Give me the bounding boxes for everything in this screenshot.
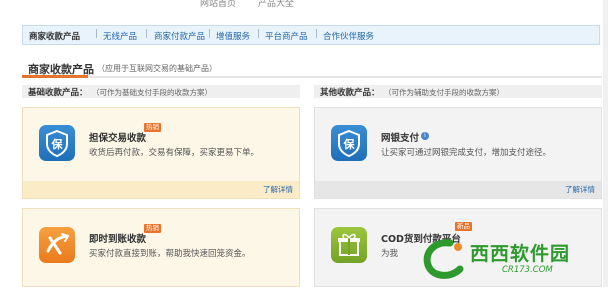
- hot-badge: 热销: [144, 123, 161, 132]
- section-divider: [22, 76, 602, 78]
- lightning-arrow-icon: [39, 227, 75, 263]
- watermark-url: CR173.COM: [502, 265, 553, 275]
- category-desc-other: （可作为辅助支付手段的收款方案）: [384, 88, 504, 97]
- section-subtitle: （应用于互联网交易的基础产品）: [97, 64, 217, 73]
- watermark-logo-icon: [423, 239, 464, 279]
- nav-item-value-added[interactable]: 增值服务: [216, 30, 250, 42]
- shield-icon: 保: [331, 125, 367, 161]
- category-desc-basic: （可作为基础支付手段的收款方案）: [92, 88, 212, 97]
- card-escrow-desc: 收货后再付款，交易有保障，买家更易下单。: [89, 148, 260, 158]
- section-divider-accent: [22, 75, 88, 78]
- card-escrow-title[interactable]: 担保交易收款: [89, 130, 146, 144]
- card-instant-title[interactable]: 即时到账收款: [89, 231, 146, 245]
- product-nav: 商家收款产品 | 无线产品 | 商家付款产品 | 增值服务 | 平台商产品 | …: [22, 25, 600, 45]
- nav-item-merchant-pay[interactable]: 商家付款产品: [154, 30, 205, 42]
- top-link-products[interactable]: 产品大全: [258, 0, 294, 8]
- card-bank-desc: 让买家可通过网银完成支付，增加支付途径。: [381, 148, 552, 158]
- card-bank-footer: 了解详情: [315, 181, 601, 198]
- watermark: 西西软件园 CR173.COM: [420, 233, 608, 287]
- new-badge: 新品: [455, 222, 472, 231]
- nav-separator: |: [208, 29, 212, 39]
- top-bar: 网站首页 产品大全: [0, 0, 608, 8]
- card-cod-desc: 为我: [381, 249, 399, 259]
- learn-more-link[interactable]: 了解详情: [565, 184, 595, 195]
- info-icon[interactable]: i: [421, 132, 429, 140]
- learn-more-link[interactable]: 了解详情: [263, 184, 293, 195]
- category-title-basic: 基础收款产品：: [28, 88, 88, 98]
- shield-icon-glyph: 保: [51, 137, 64, 151]
- gift-box-icon: [331, 227, 367, 263]
- nav-item-partner[interactable]: 合作伙伴服务: [323, 30, 374, 42]
- top-link-home[interactable]: 网站首页: [200, 0, 236, 8]
- shield-icon: 保: [39, 125, 75, 161]
- watermark-brand: 西西软件园: [470, 243, 571, 265]
- nav-separator: |: [95, 29, 99, 39]
- hot-badge: 热销: [144, 224, 161, 233]
- shield-icon-glyph: 保: [343, 137, 356, 151]
- nav-item-platform[interactable]: 平台商产品: [265, 30, 308, 42]
- card-instant: 即时到账收款 热销 买家付款直接到账，帮助我快速回笼资金。: [22, 208, 300, 287]
- category-title-other: 其他收款产品：: [320, 88, 380, 98]
- card-escrow-footer: 了解详情: [23, 181, 299, 198]
- nav-separator: |: [145, 29, 149, 39]
- category-header-basic: 基础收款产品： （可作为基础支付手段的收款方案）: [22, 85, 300, 98]
- nav-item-wireless[interactable]: 无线产品: [103, 30, 137, 42]
- nav-item-merchant-receive[interactable]: 商家收款产品: [29, 30, 80, 42]
- category-header-other: 其他收款产品： （可作为辅助支付手段的收款方案）: [314, 85, 602, 98]
- scrollbar-edge[interactable]: [603, 0, 608, 287]
- card-bank-title[interactable]: 网银支付: [381, 130, 419, 144]
- card-instant-desc: 买家付款直接到账，帮助我快速回笼资金。: [89, 249, 251, 259]
- nav-separator: |: [257, 29, 261, 39]
- nav-separator: |: [315, 29, 319, 39]
- card-escrow: 保 担保交易收款 热销 收货后再付款，交易有保障，买家更易下单。 了解详情: [22, 107, 300, 199]
- card-bank: 保 网银支付 i 让买家可通过网银完成支付，增加支付途径。 了解详情: [314, 107, 602, 199]
